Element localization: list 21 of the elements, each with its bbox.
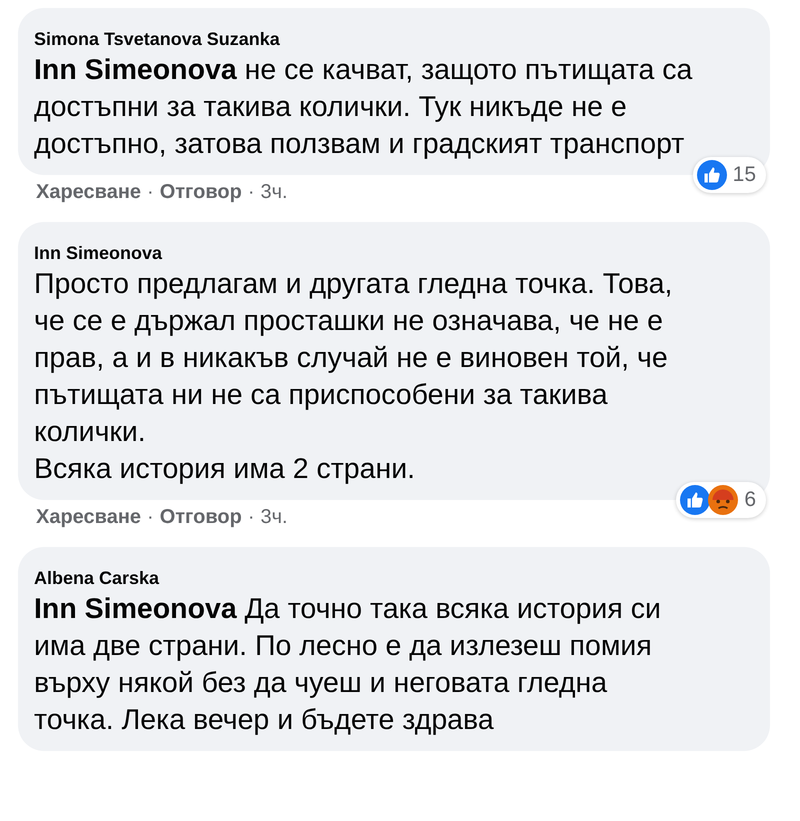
comment-author[interactable]: Simona Tsvetanova Suzanka [34,28,754,50]
thumbs-up-icon [696,160,727,190]
thumbs-up-icon [680,485,710,515]
reply-link[interactable]: Отговор [160,506,242,529]
comment-time[interactable]: 3ч. [260,506,288,529]
comment-author[interactable]: Albena Carska [34,567,754,589]
reaction-count[interactable]: 15 [692,157,766,193]
comment-text: Inn Simeonova не се качват, защото пътищата са достъпни за такива колички. Тук никъде не е достъпно, затова ползвам и градският транспорт [34,53,694,162]
comment-text: Inn Simeonova Да точно така всяка история си има две страни. По лесно е да излезеш помия върху някой без да чуеш и неговата гледна точка. Лека вечер и бъдете здрава [34,592,662,738]
comment-text: Просто предлагам и другата гледна точка. Това, че се е държал просташки не означава, че не е прав, а и в никакъв случай не е виновен той, че пътищата ни не са приспособени за такива колички. Всяка история има 2 страни. [34,267,674,487]
reply-link[interactable]: Отговор [160,181,242,204]
like-link[interactable]: Харесване [36,506,142,529]
separator-dot: · [147,506,154,529]
like-link[interactable]: Харесване [36,181,142,204]
reaction-count[interactable]: 6 [676,482,766,518]
separator-dot: · [147,181,154,204]
separator-dot: · [248,181,254,204]
separator-dot: · [248,506,254,529]
angry-face-icon [708,485,738,515]
comment-author[interactable]: Inn Simeonova [34,242,754,264]
comment-time[interactable]: 3ч. [260,181,288,204]
